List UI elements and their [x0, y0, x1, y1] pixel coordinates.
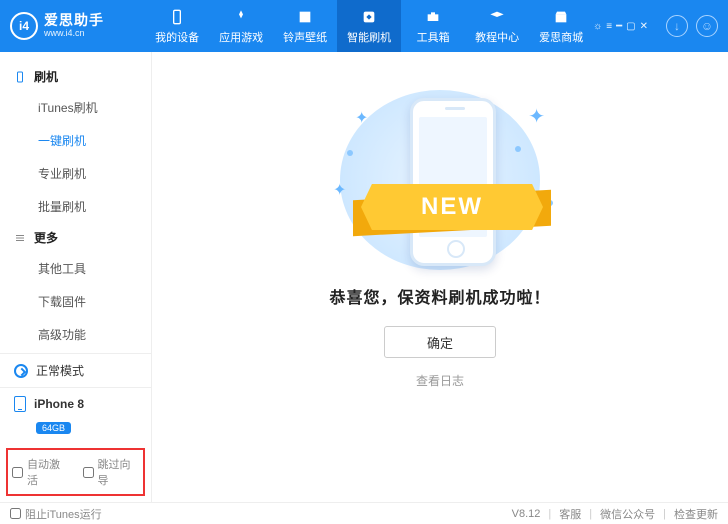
- flash-icon: [360, 8, 378, 26]
- tab-ringtones[interactable]: 铃声壁纸: [273, 0, 337, 52]
- toolbox-icon: [424, 8, 442, 26]
- view-log-link[interactable]: 查看日志: [416, 372, 464, 389]
- sidebar-scroll: 刷机 iTunes刷机 一键刷机 专业刷机 批量刷机 更多 其他工具 下载固件 …: [0, 52, 151, 353]
- auto-activate-input[interactable]: [12, 467, 23, 478]
- device-mode-row[interactable]: 正常模式: [0, 354, 151, 388]
- sidebar-list-flash: iTunes刷机 一键刷机 专业刷机 批量刷机: [0, 91, 151, 223]
- tab-label: 应用游戏: [219, 29, 263, 45]
- dot-icon: [347, 150, 353, 156]
- tab-label: 智能刷机: [347, 29, 391, 45]
- top-tabs: 我的设备 应用游戏 铃声壁纸 智能刷机 工具箱 教程中心 爱思商城: [145, 0, 593, 52]
- tab-store[interactable]: 爱思商城: [529, 0, 593, 52]
- sidebar-item-itunes-flash[interactable]: iTunes刷机: [0, 91, 151, 124]
- app-header: i4 爱思助手 www.i4.cn 我的设备 应用游戏 铃声壁纸 智能刷机 工具…: [0, 0, 728, 52]
- tab-toolbox[interactable]: 工具箱: [401, 0, 465, 52]
- mode-label: 正常模式: [36, 362, 84, 379]
- logo-text: 爱思助手 www.i4.cn: [44, 13, 104, 38]
- footer-link-support[interactable]: 客服: [559, 506, 581, 522]
- maximize-icon[interactable]: ▢: [626, 21, 635, 32]
- separator: |: [663, 508, 666, 520]
- sidebar-item-download-fw[interactable]: 下载固件: [0, 285, 151, 318]
- block-itunes-label: 阻止iTunes运行: [25, 506, 102, 522]
- sidebar-item-othertools[interactable]: 其他工具: [0, 252, 151, 285]
- section-title: 更多: [34, 229, 58, 246]
- sidebar-section-more: 更多: [0, 223, 151, 252]
- close-icon[interactable]: ✕: [640, 21, 648, 32]
- main-panel: ✦ ✦ ✦ NEW 恭喜您，保资料刷机成功啦！ 确定 查看日志: [152, 52, 728, 502]
- sidebar-item-advanced[interactable]: 高级功能: [0, 318, 151, 351]
- sidebar-bottom: 正常模式 iPhone 8 64GB 自动激活 跳过向导: [0, 353, 151, 502]
- auto-activate-checkbox[interactable]: 自动激活: [12, 456, 69, 488]
- tab-label: 教程中心: [475, 29, 519, 45]
- skip-guide-input[interactable]: [83, 467, 94, 478]
- version-label: V8.12: [512, 508, 541, 520]
- sidebar-item-batch-flash[interactable]: 批量刷机: [0, 190, 151, 223]
- footer-link-update[interactable]: 检查更新: [674, 506, 718, 522]
- confirm-button[interactable]: 确定: [384, 326, 496, 358]
- sidebar-item-oneclick-flash[interactable]: 一键刷机: [0, 124, 151, 157]
- tutorial-icon: [488, 8, 506, 26]
- sidebar-section-flash: 刷机: [0, 62, 151, 91]
- user-button[interactable]: ☺: [696, 15, 718, 37]
- tab-label: 我的设备: [155, 29, 199, 45]
- list-icon: [14, 232, 26, 244]
- tab-flash[interactable]: 智能刷机: [337, 0, 401, 52]
- block-itunes-checkbox[interactable]: 阻止iTunes运行: [10, 506, 102, 522]
- sidebar: 刷机 iTunes刷机 一键刷机 专业刷机 批量刷机 更多 其他工具 下载固件 …: [0, 52, 152, 502]
- tab-tutorials[interactable]: 教程中心: [465, 0, 529, 52]
- dot-icon: [515, 146, 521, 152]
- sparkle-icon: ✦: [528, 104, 545, 129]
- brand-url: www.i4.cn: [44, 29, 104, 39]
- sidebar-item-pro-flash[interactable]: 专业刷机: [0, 157, 151, 190]
- menu-icon[interactable]: ≡: [606, 21, 612, 32]
- section-title: 刷机: [34, 68, 58, 85]
- success-illustration: ✦ ✦ ✦ NEW: [325, 80, 555, 270]
- phone-icon: [14, 71, 26, 83]
- logo-icon: i4: [10, 12, 38, 40]
- tab-label: 铃声壁纸: [283, 29, 327, 45]
- phone-icon: [14, 396, 26, 412]
- device-name: iPhone 8: [34, 397, 84, 411]
- tab-label: 爱思商城: [539, 29, 583, 45]
- tab-label: 工具箱: [417, 29, 450, 45]
- tab-apps[interactable]: 应用游戏: [209, 0, 273, 52]
- phone-illustration: [410, 98, 496, 266]
- phone-icon: [168, 8, 186, 26]
- store-icon: [552, 8, 570, 26]
- separator: |: [548, 508, 551, 520]
- window-controls: ☼ ≡ ━ ▢ ✕: [593, 21, 648, 32]
- sparkle-icon: ✦: [333, 180, 346, 200]
- wallpaper-icon: [296, 8, 314, 26]
- brand-name: 爱思助手: [44, 13, 104, 28]
- minimize-icon[interactable]: ━: [616, 21, 622, 32]
- success-message: 恭喜您，保资料刷机成功啦！: [329, 284, 550, 308]
- skip-guide-checkbox[interactable]: 跳过向导: [83, 456, 140, 488]
- separator: |: [589, 508, 592, 520]
- skip-guide-label: 跳过向导: [98, 456, 140, 488]
- device-row[interactable]: iPhone 8: [0, 388, 151, 420]
- status-bar: 阻止iTunes运行 V8.12 | 客服 | 微信公众号 | 检查更新: [0, 502, 728, 524]
- sparkle-icon: ✦: [355, 108, 368, 128]
- block-itunes-input[interactable]: [10, 508, 21, 519]
- device-capacity-wrap: 64GB: [0, 420, 151, 442]
- mode-icon: [14, 364, 28, 378]
- sidebar-list-more: 其他工具 下载固件 高级功能: [0, 252, 151, 351]
- apps-icon: [232, 8, 250, 26]
- new-ribbon: NEW: [361, 184, 543, 230]
- download-button[interactable]: ↓: [666, 15, 688, 37]
- capacity-badge: 64GB: [36, 422, 71, 434]
- app-body: 刷机 iTunes刷机 一键刷机 专业刷机 批量刷机 更多 其他工具 下载固件 …: [0, 52, 728, 502]
- footer-link-wechat[interactable]: 微信公众号: [600, 506, 655, 522]
- footer-right: V8.12 | 客服 | 微信公众号 | 检查更新: [512, 506, 718, 522]
- tab-my-device[interactable]: 我的设备: [145, 0, 209, 52]
- header-right: ☼ ≡ ━ ▢ ✕ ↓ ☺: [593, 15, 728, 37]
- auto-activate-label: 自动激活: [27, 456, 69, 488]
- skin-icon[interactable]: ☼: [593, 21, 602, 32]
- logo-block: i4 爱思助手 www.i4.cn: [0, 12, 145, 40]
- options-highlighted: 自动激活 跳过向导: [6, 448, 145, 496]
